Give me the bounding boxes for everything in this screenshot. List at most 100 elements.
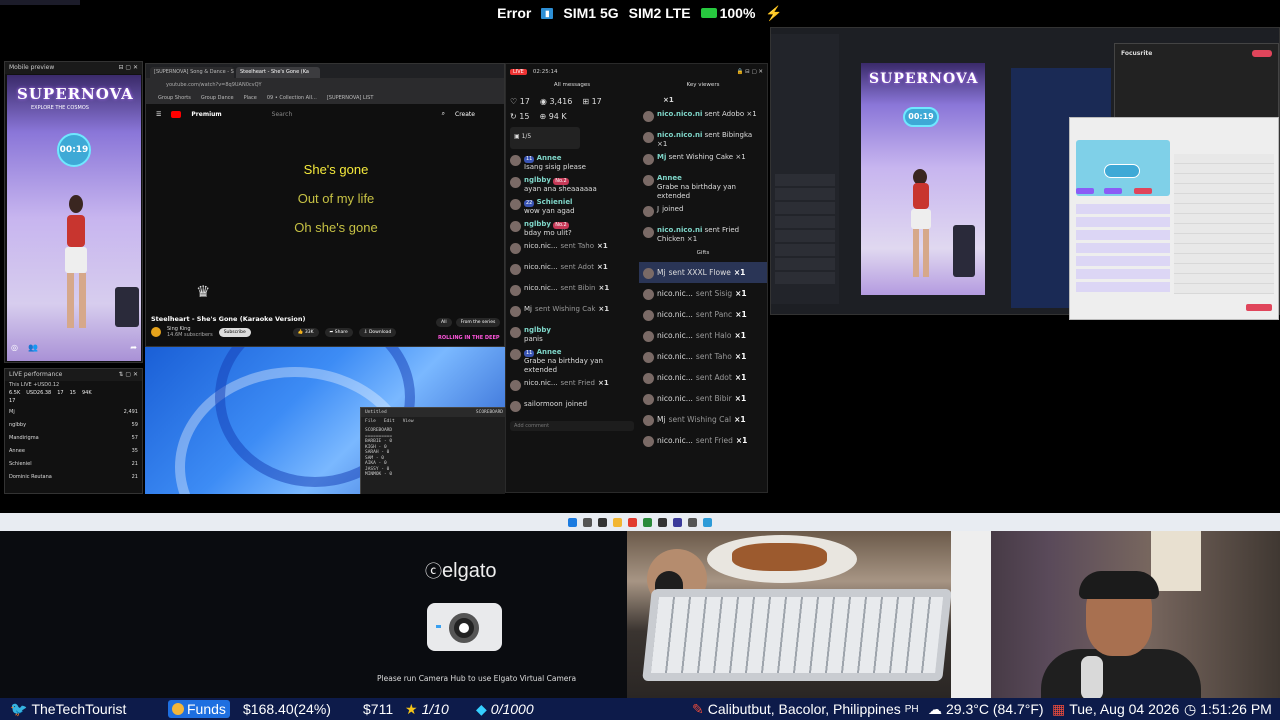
gift-text: sent Panc: [695, 310, 733, 319]
search-icon[interactable]: [583, 517, 592, 527]
gift-row[interactable]: Mj sent Wishing Cal ×1: [639, 409, 767, 430]
list-item: Annee 35: [5, 444, 142, 457]
chat-message[interactable]: 22 Schieniel wow yan agad: [506, 196, 638, 218]
like-button[interactable]: 👍 33K: [292, 327, 319, 337]
settings-icon[interactable]: [688, 517, 697, 527]
level-badge: 22: [524, 200, 535, 207]
username: nico.nic...: [524, 284, 558, 292]
studio-icon[interactable]: [673, 517, 682, 527]
settings-grid[interactable]: [1174, 154, 1274, 294]
notepad-text[interactable]: SCOREBOARD ========== BARBIE - 0 KIGH - …: [361, 426, 505, 480]
panel-controls[interactable]: ⇅ ▢ ✕: [118, 371, 138, 379]
key-message[interactable]: Mj sent Wishing Cake ×1: [639, 151, 767, 172]
gift-row[interactable]: nico.nic... sent Adot ×1: [639, 367, 767, 388]
comment-input[interactable]: Add comment: [510, 421, 634, 431]
youtube-logo-icon[interactable]: [171, 110, 182, 118]
chat-message[interactable]: sailormoon joined: [506, 398, 638, 419]
likes-value: 17: [519, 97, 530, 106]
camera-icon[interactable]: [703, 517, 712, 527]
mixer-card: [1069, 117, 1279, 320]
apply-button[interactable]: [1246, 304, 1272, 311]
excel-icon[interactable]: [643, 517, 652, 527]
bookmark[interactable]: [SUPERNOVA] LIST: [327, 95, 374, 101]
bookmark[interactable]: Place: [244, 95, 257, 101]
notepad-tab[interactable]: SCOREBOARD: [476, 410, 503, 415]
studio-preview[interactable]: SUPERNOVA 00:19: [861, 63, 985, 295]
subscribe-button[interactable]: Subscribe: [218, 327, 251, 337]
window-controls[interactable]: ⊟ ▢ ✕: [118, 64, 138, 72]
elgato-brand: elgato: [442, 560, 497, 582]
bookmark[interactable]: Group Dance: [201, 95, 234, 101]
bookmark[interactable]: Group Shorts: [158, 95, 191, 101]
share-icon[interactable]: ➦: [130, 343, 137, 352]
key-message[interactable]: Annee Grabe na birthday yan extended: [639, 172, 767, 203]
menu-icon[interactable]: ☰: [156, 111, 161, 118]
poll-card[interactable]: ▣ 1/5: [510, 127, 580, 149]
key-message[interactable]: ×1: [639, 94, 767, 108]
red-button[interactable]: [1134, 188, 1152, 194]
menu-file[interactable]: File: [365, 419, 376, 424]
related-title[interactable]: ROLLING IN THE DEEP: [438, 335, 500, 341]
search-input[interactable]: Search: [272, 111, 432, 118]
search-icon[interactable]: ⌕: [442, 110, 445, 118]
purple-button[interactable]: [1076, 188, 1094, 194]
task-view-icon[interactable]: [598, 517, 607, 527]
address-bar[interactable]: youtube.com/watch?v=8q9UAN0cvQY: [146, 78, 504, 92]
chip-all[interactable]: All: [436, 318, 452, 327]
chat-message[interactable]: nico.nic... sent Taho ×1: [506, 240, 638, 261]
live-performance-titlebar: LIVE performance ⇅ ▢ ✕: [5, 369, 142, 381]
chat-message[interactable]: Mj sent Wishing Cak ×1: [506, 303, 638, 324]
source-list[interactable]: [775, 174, 835, 284]
star-icon: ★: [405, 700, 418, 717]
purple-button[interactable]: [1104, 188, 1122, 194]
message-body: nglbby No.2 bday mo ulit?: [524, 220, 572, 238]
brave-icon[interactable]: [628, 517, 637, 527]
key-message[interactable]: nico.nico.ni sent Fried Chicken ×1: [639, 224, 767, 246]
chat-message[interactable]: 11 Annee Isang sisig please: [506, 152, 638, 174]
tab-steelheart[interactable]: Steelheart - She's Gone (Ka: [236, 67, 320, 78]
start-icon[interactable]: [568, 517, 577, 527]
avatar: [510, 285, 521, 296]
menu-view[interactable]: View: [403, 419, 414, 424]
chat-message[interactable]: 11 Annee Grabe na birthday yan extended: [506, 346, 638, 377]
chat-message[interactable]: nglbby No.2 ayan ana sheaaaaaa: [506, 174, 638, 196]
all-messages-column: All messages ♡ 17 ◉ 3,416 ⊞ 17 ↻ 15 ⊕ 94…: [506, 82, 638, 433]
viewer-name: nglbby: [9, 421, 27, 428]
karaoke-video[interactable]: She's gone Out of my life Oh she's gone …: [186, 126, 486, 310]
share-button[interactable]: ➦ Share: [324, 327, 353, 337]
gift-row[interactable]: nico.nic... sent Sisig ×1: [639, 283, 767, 304]
chat-message[interactable]: nglbby panis: [506, 324, 638, 346]
username: nglbby: [524, 326, 551, 334]
gift-text: sent Fried: [695, 436, 733, 445]
tab-supernova[interactable]: [SUPERNOVA] Song & Dance - Sco: [150, 67, 234, 78]
tiktok-icon[interactable]: [658, 517, 667, 527]
gift-row[interactable]: nico.nic... sent Bibir ×1: [639, 388, 767, 409]
chat-message[interactable]: nico.nic... sent Adot ×1: [506, 261, 638, 282]
channel-avatar[interactable]: [151, 327, 161, 337]
settings-list[interactable]: [1076, 204, 1170, 294]
gift-row[interactable]: nico.nic... sent Halo ×1: [639, 325, 767, 346]
bookmark[interactable]: 09 • Collection AII...: [267, 95, 317, 101]
chat-controls[interactable]: 🔒 ⊟ ▢ ✕: [736, 69, 767, 75]
mic-icon[interactable]: ◎: [11, 343, 18, 352]
key-message[interactable]: nico.nico.ni sent Adobo ×1: [639, 108, 767, 129]
leg-left: [913, 229, 919, 277]
gift-row[interactable]: nico.nic... sent Panc ×1: [639, 304, 767, 325]
menu-edit[interactable]: Edit: [384, 419, 395, 424]
stream-ticker: 🐦 TheTechTourist Funds $168.40(24%) $711 …: [0, 698, 1280, 720]
gift-row[interactable]: Mj sent XXXL Flowe ×1: [639, 262, 767, 283]
gift-row[interactable]: nico.nic... sent Fried ×1: [639, 430, 767, 451]
download-button[interactable]: ⇩ Download: [358, 327, 397, 337]
explorer-icon[interactable]: [613, 517, 622, 527]
focusrite-action-button[interactable]: [1252, 50, 1272, 57]
chat-message[interactable]: nglbby No.2 bday mo ulit?: [506, 218, 638, 240]
create-button[interactable]: Create: [455, 111, 475, 118]
chat-message[interactable]: nico.nic... sent Fried ×1: [506, 377, 638, 398]
key-message[interactable]: nico.nico.ni sent Bibingka ×1: [639, 129, 767, 151]
chip-series[interactable]: From the series: [455, 318, 501, 327]
chat-message[interactable]: nico.nic... sent Bibin ×1: [506, 282, 638, 303]
country-code: PH: [904, 703, 919, 715]
people-icon[interactable]: 👥: [28, 343, 38, 352]
key-message[interactable]: J joined: [639, 203, 767, 224]
gift-row[interactable]: nico.nic... sent Taho ×1: [639, 346, 767, 367]
